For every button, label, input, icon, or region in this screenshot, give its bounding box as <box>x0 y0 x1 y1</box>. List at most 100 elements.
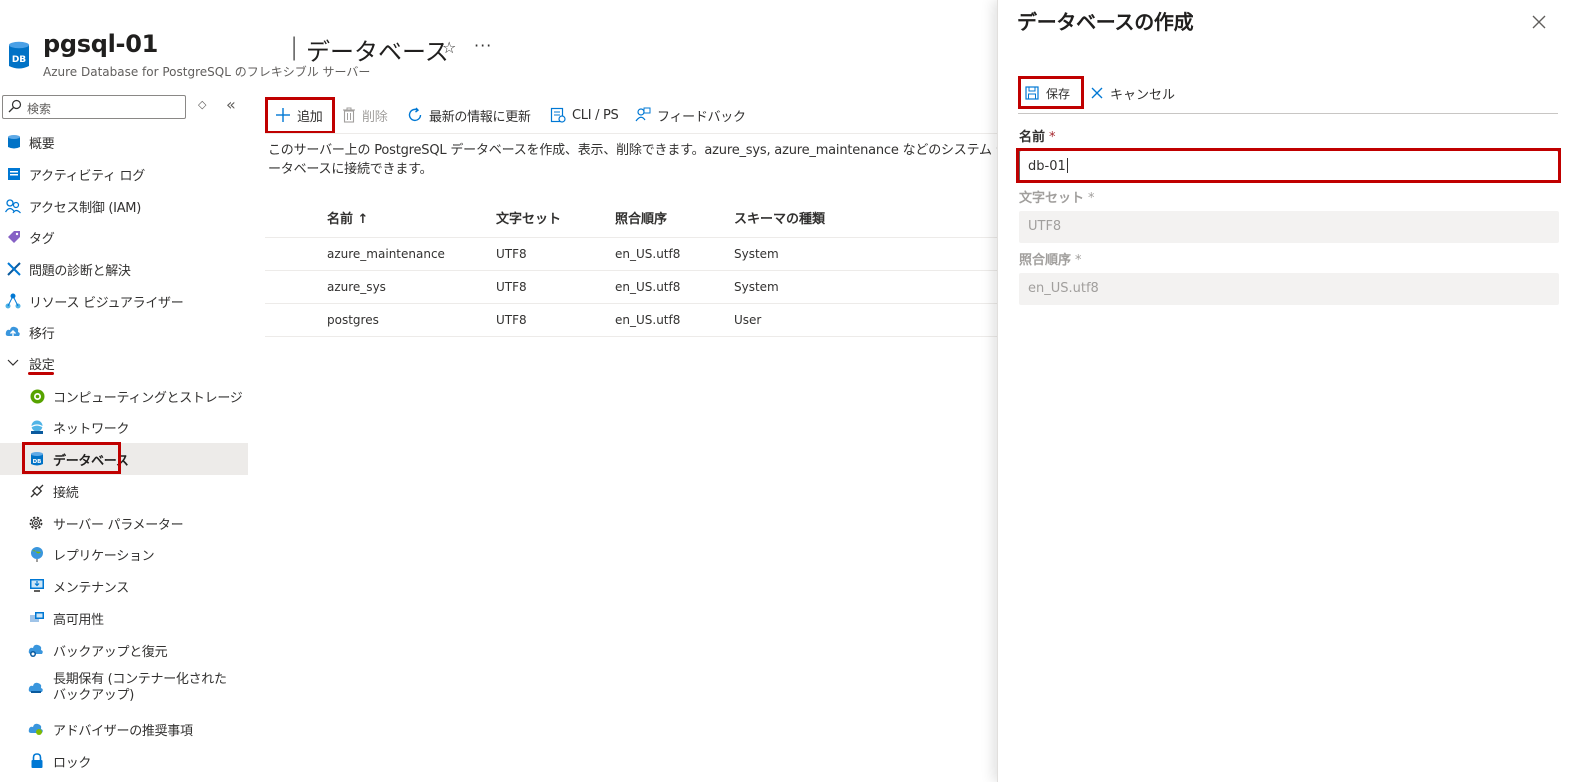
sidebar: 検索 ◇ « 概要 アクティビティ ログ アクセス制御 (IAM) タグ 問題の… <box>0 92 248 782</box>
sidebar-item-lock[interactable]: ロック <box>0 745 248 777</box>
compute-storage-icon <box>29 388 45 404</box>
sidebar-item-diagnose[interactable]: 問題の診断と解決 <box>0 253 248 285</box>
resource-title: pgsql-01 <box>43 30 159 58</box>
logo-text: DB <box>12 55 26 65</box>
database-icon: DB <box>29 451 45 467</box>
cancel-button[interactable]: キャンセル <box>1091 76 1175 110</box>
cancel-x-icon <box>1091 87 1103 99</box>
resource-subtitle: Azure Database for PostgreSQL のフレキシブル サー… <box>43 65 371 79</box>
advisor-icon <box>28 721 44 737</box>
text-caret <box>1066 158 1068 173</box>
refresh-button[interactable]: 最新の情報に更新 <box>407 97 531 133</box>
description-line-1: このサーバー上の PostgreSQL データベースを作成、表示、削除できます。… <box>268 143 998 158</box>
sidebar-item-label: ロック <box>53 756 92 771</box>
name-input[interactable]: db-01 <box>1019 150 1559 182</box>
command-bar-divider <box>265 133 1000 134</box>
cell-name: postgres <box>327 313 379 327</box>
charset-input: UTF8 <box>1019 211 1559 243</box>
cell-schema-type: System <box>734 280 779 294</box>
overview-icon <box>6 134 22 150</box>
add-label: 追加 <box>297 109 323 125</box>
sidebar-item-label: タグ <box>29 232 55 247</box>
close-icon[interactable] <box>1532 10 1546 34</box>
section-underline <box>28 372 54 375</box>
sidebar-item-visualizer[interactable]: リソース ビジュアライザー <box>0 285 248 317</box>
cli-ps-label: CLI / PS <box>572 107 619 123</box>
cli-ps-button[interactable]: CLI / PS <box>550 97 619 133</box>
column-header-charset[interactable]: 文字セット <box>496 198 561 237</box>
feedback-button[interactable]: フィードバック <box>635 97 746 133</box>
create-database-panel: データベースの作成 保存 キャンセル 名前 * db-01 文字セット * UTF8… <box>997 0 1580 782</box>
sidebar-item-migration[interactable]: 移行 <box>0 316 248 348</box>
delete-button[interactable]: 削除 <box>342 97 388 133</box>
search-input[interactable]: 検索 <box>2 95 186 119</box>
sidebar-item-label: メンテナンス <box>53 581 129 596</box>
sidebar-item-label: 概要 <box>29 137 55 152</box>
sidebar-item-label: サーバー パラメーター <box>53 518 184 533</box>
sidebar-item-activity-log[interactable]: アクティビティ ログ <box>0 158 248 190</box>
sidebar-item-tags[interactable]: タグ <box>0 221 248 253</box>
cell-charset: UTF8 <box>496 313 527 327</box>
add-button[interactable]: 追加 <box>275 97 323 133</box>
save-icon <box>1025 86 1039 100</box>
favorite-star-icon[interactable]: ☆ <box>442 38 456 57</box>
sidebar-item-overview[interactable]: 概要 <box>0 126 248 158</box>
connect-icon <box>29 483 45 499</box>
save-button[interactable]: 保存 <box>1025 76 1070 110</box>
column-header-name[interactable]: 名前 ↑ <box>327 198 368 237</box>
sidebar-item-iam[interactable]: アクセス制御 (IAM) <box>0 190 248 222</box>
page-description: このサーバー上の PostgreSQL データベースを作成、表示、削除できます。… <box>268 141 998 179</box>
sidebar-item-label: 移行 <box>29 327 55 342</box>
cell-name: azure_sys <box>327 280 386 294</box>
lock-icon <box>29 753 45 769</box>
cell-charset: UTF8 <box>496 247 527 261</box>
collation-field-label: 照合順序 * <box>1019 249 1082 268</box>
collapse-sidebar-icon[interactable]: « <box>226 95 236 114</box>
collation-input: en_US.utf8 <box>1019 273 1559 305</box>
sidebar-item-connect[interactable]: 接続 <box>0 475 248 507</box>
sidebar-item-server-parameters[interactable]: サーバー パラメーター <box>0 507 248 539</box>
name-input-value: db-01 <box>1028 159 1066 174</box>
cell-schema-type: System <box>734 247 779 261</box>
plus-icon <box>276 108 290 122</box>
long-term-backup-icon <box>28 680 44 696</box>
sidebar-item-label: ネットワーク <box>53 422 130 437</box>
sidebar-item-label: 高可用性 <box>53 613 104 628</box>
table-row[interactable]: postgres UTF8 en_US.utf8 User <box>265 304 1000 337</box>
refresh-label: 最新の情報に更新 <box>429 109 531 125</box>
sidebar-item-label: 接続 <box>53 486 79 501</box>
sidebar-item-high-availability[interactable]: 高可用性 <box>0 602 248 634</box>
search-icon <box>8 99 22 113</box>
sidebar-item-network[interactable]: ネットワーク <box>0 411 248 443</box>
section-settings[interactable]: 設定 <box>0 347 248 379</box>
delete-label: 削除 <box>362 109 388 125</box>
iam-icon <box>5 198 21 214</box>
cli-icon <box>550 107 566 123</box>
sidebar-item-replication[interactable]: レプリケーション <box>0 538 248 570</box>
sidebar-item-database[interactable]: DB データベース <box>0 443 248 475</box>
sidebar-item-maintenance[interactable]: メンテナンス <box>0 570 248 602</box>
sidebar-item-long-term-retention[interactable]: 長期保有 (コンテナー化された バックアップ) <box>0 666 248 710</box>
sidebar-item-advisor[interactable]: アドバイザーの推奨事項 <box>0 713 248 745</box>
search-placeholder: 検索 <box>27 102 52 116</box>
more-options-icon[interactable]: ··· <box>474 36 492 55</box>
command-bar: 追加 削除 最新の情報に更新 CLI / PS フィードバック <box>265 97 1000 133</box>
charset-field-label: 文字セット * <box>1019 187 1095 206</box>
column-header-collation[interactable]: 照合順序 <box>615 198 667 237</box>
collation-input-value: en_US.utf8 <box>1028 281 1099 296</box>
table-row[interactable]: azure_maintenance UTF8 en_US.utf8 System <box>265 238 1000 271</box>
cell-name: azure_maintenance <box>327 247 445 261</box>
sidebar-item-compute-storage[interactable]: コンピューティングとストレージ <box>0 380 248 412</box>
activity-log-icon <box>6 166 22 182</box>
network-icon <box>29 419 45 435</box>
cell-charset: UTF8 <box>496 280 527 294</box>
collation-label-text: 照合順序 <box>1019 253 1072 268</box>
backup-icon <box>28 642 44 658</box>
replication-icon <box>29 546 45 562</box>
sidebar-item-label: データベース <box>53 454 129 469</box>
table-row[interactable]: azure_sys UTF8 en_US.utf8 System <box>265 271 1000 304</box>
column-header-schema-type[interactable]: スキーマの種類 <box>734 198 825 237</box>
sort-toggle-icon[interactable]: ◇ <box>198 98 206 111</box>
sidebar-item-backup[interactable]: バックアップと復元 <box>0 634 248 666</box>
diagnose-icon <box>6 261 22 277</box>
